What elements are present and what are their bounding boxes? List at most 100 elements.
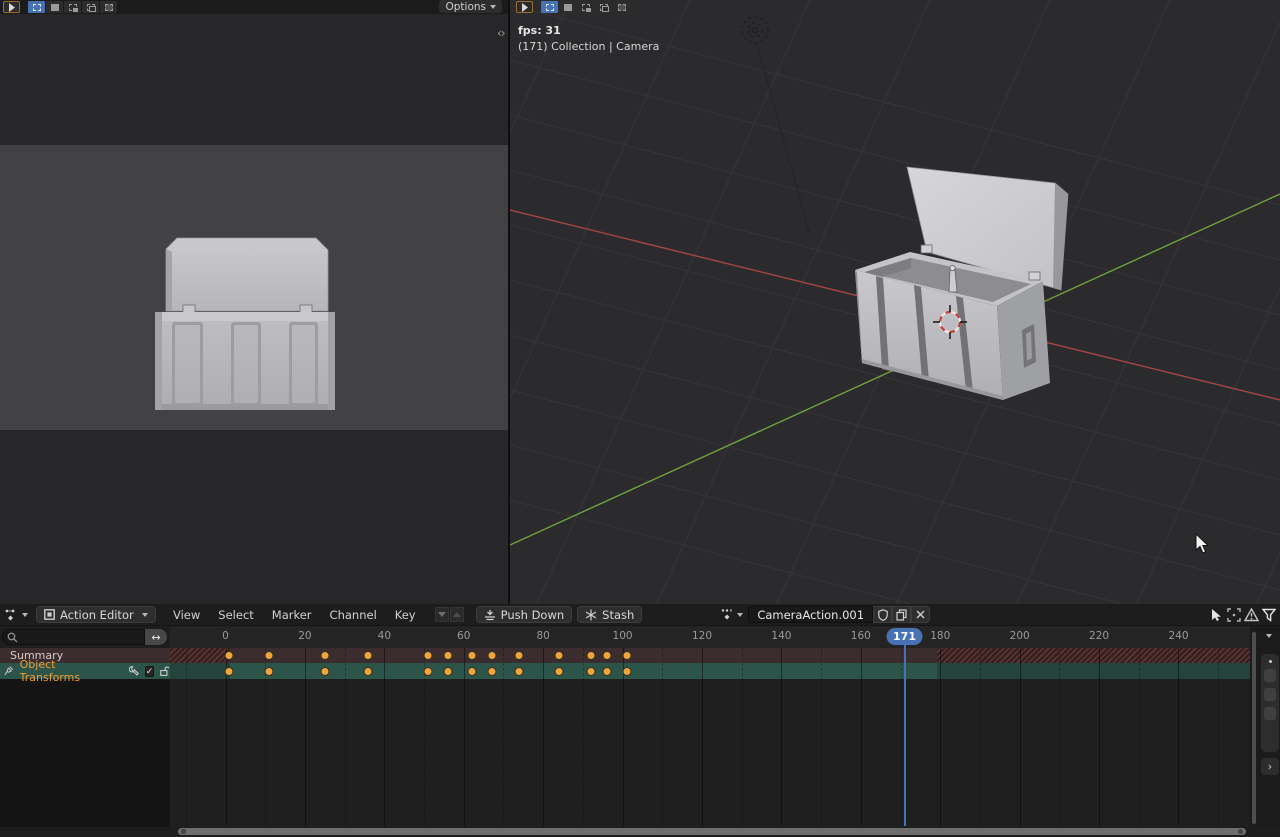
action-name-input[interactable]: CameraAction.001 [748, 606, 873, 623]
select-mode-subtract[interactable] [595, 1, 612, 13]
active-tool-button-right[interactable] [516, 1, 533, 13]
stash-button[interactable]: Stash [577, 606, 642, 623]
tweak-select-icon [546, 4, 554, 11]
pin-icon[interactable] [4, 665, 14, 677]
mouse-cursor [1196, 534, 1208, 553]
keyframe-region-background[interactable] [170, 679, 1252, 827]
only-selected-icon[interactable] [1210, 608, 1224, 622]
ruler-tick-label: 100 [613, 630, 633, 642]
active-tool-button[interactable] [3, 1, 20, 13]
select-mode-tweak[interactable] [541, 1, 558, 13]
open-sidebar-button[interactable]: › [1261, 758, 1279, 775]
channel-search-input[interactable] [2, 629, 145, 645]
vertical-scrollbar[interactable] [1252, 632, 1256, 824]
select-mode-tweak[interactable] [28, 1, 45, 13]
timeline-ruler[interactable]: 020406080100120140160180200220240 [170, 626, 1252, 648]
fake-user-button[interactable] [873, 606, 892, 623]
ruler-tick-label: 160 [851, 630, 871, 642]
chest-model-3d[interactable] [855, 167, 1068, 400]
select-mode-set[interactable] [559, 1, 576, 13]
out-of-range-left [170, 648, 230, 663]
select-mode-subtract[interactable] [82, 1, 99, 13]
editor-mode-label: Action Editor [60, 608, 134, 622]
search-icon [7, 632, 18, 643]
cursor-tool-icon [521, 3, 529, 12]
select-mode-group-right [541, 1, 631, 13]
extend-select-icon [69, 4, 77, 11]
action-browse-dropdown[interactable] [720, 608, 743, 621]
duplicate-icon [896, 609, 907, 621]
viewport-3d-scene [510, 0, 1280, 604]
action-datablock-field: CameraAction.001 [720, 606, 930, 623]
light-gizmo[interactable] [742, 17, 810, 235]
warning-icon[interactable] [1244, 608, 1259, 622]
move-layer-up-button[interactable] [450, 607, 464, 622]
current-frame-badge[interactable]: 171 [886, 628, 923, 645]
chest-model-front-view[interactable] [0, 0, 508, 604]
intersect-select-icon [618, 4, 626, 11]
editor-mode-dropdown[interactable]: Action Editor [36, 606, 156, 623]
menu-view[interactable]: View [164, 608, 209, 622]
chevron-down-icon [737, 613, 743, 617]
playhead-line[interactable] [904, 644, 906, 826]
snowflake-icon [585, 609, 597, 621]
collapsed-tool-panel[interactable] [1261, 654, 1279, 752]
unlock-icon[interactable] [159, 665, 170, 677]
panel-dot-icon [1269, 660, 1272, 663]
scrollbar-handle-right[interactable] [1238, 829, 1243, 834]
push-down-button[interactable]: Push Down [476, 606, 573, 623]
viewport-left-header: Options [0, 0, 508, 14]
panel-slot[interactable] [1264, 707, 1276, 720]
subtract-select-icon [600, 4, 608, 11]
select-mode-set[interactable] [46, 1, 63, 13]
filter-funnel-icon[interactable] [1262, 608, 1276, 622]
menu-marker[interactable]: Marker [263, 608, 321, 622]
zoom-to-fit-button[interactable]: ↔ [145, 629, 167, 645]
out-of-range-right [937, 648, 1250, 663]
options-label: Options [445, 1, 486, 13]
menu-select[interactable]: Select [209, 608, 262, 622]
select-mode-extend[interactable] [64, 1, 81, 13]
select-mode-intersect[interactable] [613, 1, 630, 13]
channel-search-row: ↔ [0, 626, 170, 648]
new-action-button[interactable] [892, 606, 911, 623]
chevron-down-icon[interactable] [1266, 634, 1272, 638]
move-layer-down-button[interactable] [435, 607, 449, 622]
chevron-down-icon [142, 613, 148, 617]
chevron-down-icon [490, 5, 496, 9]
out-of-range-left [170, 663, 230, 679]
dope-sheet-header: Action Editor View Select Marker Channel… [0, 604, 1280, 626]
tweak-select-icon [33, 4, 41, 11]
channel-row-object-transforms[interactable]: Object Transforms ✓ [0, 663, 1250, 679]
channel-enable-checkbox[interactable]: ✓ [145, 666, 155, 677]
viewport-right-header [510, 0, 1280, 14]
area-resize-handle[interactable]: ‹› [497, 26, 505, 40]
select-mode-extend[interactable] [577, 1, 594, 13]
out-of-range-right [937, 663, 1250, 679]
dope-sheet-editor-icon [4, 608, 19, 621]
menu-key[interactable]: Key [386, 608, 425, 622]
ruler-tick-label: 140 [771, 630, 791, 642]
frame-border-icon[interactable] [1227, 608, 1241, 622]
ruler-tick-label: 120 [692, 630, 712, 642]
channel-label-object-transforms[interactable]: Object Transforms [20, 658, 107, 684]
scrollbar-handle-left[interactable] [181, 829, 186, 834]
frame-collection-info: (171) Collection | Camera [518, 40, 659, 53]
select-mode-intersect[interactable] [100, 1, 117, 13]
menu-channel[interactable]: Channel [321, 608, 386, 622]
editor-type-button[interactable] [4, 608, 28, 621]
options-dropdown[interactable]: Options [439, 0, 502, 13]
horizontal-scrollbar[interactable] [178, 828, 1246, 835]
channel-region-background [0, 679, 170, 827]
select-mode-group [28, 1, 118, 13]
stash-label: Stash [602, 608, 634, 622]
unlink-action-button[interactable] [911, 606, 930, 623]
viewport-camera[interactable]: Options [0, 0, 508, 604]
panel-slot[interactable] [1264, 688, 1276, 701]
channel-row-summary[interactable]: Summary [0, 648, 1250, 663]
viewport-perspective[interactable]: fps: 31 (171) Collection | Camera [510, 0, 1280, 604]
box-select-icon [51, 4, 59, 11]
modifiers-wrench-icon[interactable] [129, 665, 140, 677]
panel-slot[interactable] [1264, 669, 1276, 682]
ruler-tick-label: 220 [1089, 630, 1109, 642]
